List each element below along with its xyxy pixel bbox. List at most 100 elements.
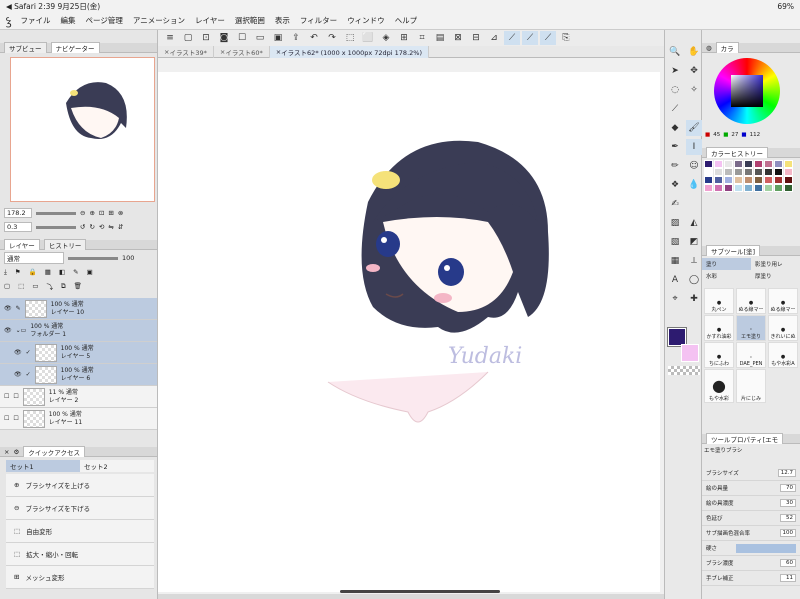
- fit-icon[interactable]: ⊡: [99, 209, 104, 217]
- transparent-color[interactable]: [668, 366, 700, 375]
- brush-item[interactable]: ● もや水彩: [704, 369, 734, 403]
- prop-row[interactable]: ブラシサイズ 12.7: [702, 466, 800, 481]
- color-swatch[interactable]: [774, 160, 783, 168]
- color-wheel[interactable]: [714, 58, 780, 124]
- prop-row[interactable]: 色延び 52: [702, 511, 800, 526]
- layer-row[interactable]: 👁 ✓ 100 % 通常 レイヤー 6: [0, 364, 157, 386]
- color-swatch[interactable]: [754, 160, 763, 168]
- ref-icon[interactable]: ⚑: [15, 268, 21, 276]
- color-swatch[interactable]: [714, 176, 723, 184]
- ruler-icon[interactable]: ▤: [432, 31, 448, 45]
- zoom-tool-icon[interactable]: 🔍: [667, 44, 683, 60]
- brush-tool-icon[interactable]: 🖌: [686, 120, 702, 136]
- color-swatch[interactable]: [764, 176, 773, 184]
- fill-tool-icon[interactable]: ▨: [667, 215, 683, 231]
- folder-open-icon[interactable]: ⌄▭: [16, 327, 27, 334]
- layer-row[interactable]: 👁 ⌄▭ 100 % 通常 フォルダー 1: [0, 320, 157, 342]
- layer-row[interactable]: ☐ ☐ 100 % 通常 レイヤー 11: [0, 408, 157, 430]
- color-swatch[interactable]: [704, 184, 713, 192]
- tab-subtool[interactable]: サブツール[塗]: [706, 245, 761, 256]
- tab-layer[interactable]: レイヤー: [4, 239, 40, 250]
- perspective-icon[interactable]: ⊿: [486, 31, 502, 45]
- qa-mesh-transform[interactable]: ⊞ メッシュ変形: [6, 566, 154, 589]
- export-icon[interactable]: ⇪: [288, 31, 304, 45]
- fill-icon[interactable]: ◈: [378, 31, 394, 45]
- brush-item[interactable]: ● ぬる線マー: [768, 288, 798, 314]
- eyedropper-icon[interactable]: ⟋: [667, 101, 683, 117]
- figure-icon[interactable]: ◩: [686, 234, 702, 250]
- new-layer-icon[interactable]: ▢: [4, 282, 10, 290]
- stabilizer-2-icon[interactable]: ⟋: [522, 31, 538, 45]
- open-icon[interactable]: ⊡: [198, 31, 214, 45]
- prop-row[interactable]: サブ描画色混合率 100: [702, 526, 800, 541]
- qa-scale-rotate[interactable]: ⬚ 拡大・縮小・回転: [6, 543, 154, 566]
- merge-icon[interactable]: ⤵: [46, 281, 53, 291]
- prop-row[interactable]: 硬さ: [702, 541, 800, 556]
- app-icon[interactable]: Ꝣ: [6, 14, 11, 28]
- decoration-icon[interactable]: ❖: [667, 177, 683, 193]
- subtool-group-impasto[interactable]: 厚塗り: [751, 270, 800, 282]
- eye-icon[interactable]: 👁: [14, 349, 22, 356]
- opacity-value[interactable]: 100: [122, 254, 134, 262]
- tab-illust-39[interactable]: × イラスト39*: [158, 45, 214, 58]
- color-swatch[interactable]: [734, 160, 743, 168]
- rotate-right-icon[interactable]: ↻: [89, 223, 94, 231]
- tab-color[interactable]: カラ: [715, 42, 739, 53]
- color-swatch[interactable]: [764, 168, 773, 176]
- menu-icon[interactable]: ≡: [162, 31, 178, 45]
- canvas-scrollbar[interactable]: [340, 590, 500, 593]
- color-swatch[interactable]: [744, 160, 753, 168]
- color-swatch[interactable]: [704, 176, 713, 184]
- gradient-icon[interactable]: ▧: [667, 234, 683, 250]
- brush-item[interactable]: ● ちにふわ: [704, 342, 734, 368]
- operation-tool-icon[interactable]: ➤: [667, 63, 683, 79]
- tab-set-2[interactable]: セット2: [80, 460, 154, 472]
- prop-row[interactable]: ブラシ濃度 60: [702, 556, 800, 571]
- menu-page[interactable]: ページ管理: [80, 15, 127, 26]
- color-swatch[interactable]: [774, 184, 783, 192]
- angle-slider[interactable]: [36, 225, 76, 229]
- zoom-slider[interactable]: [36, 211, 76, 215]
- bucket-icon[interactable]: ◭: [686, 215, 702, 231]
- color-swatch[interactable]: [724, 184, 733, 192]
- frame-icon[interactable]: ▦: [667, 253, 683, 269]
- alpha-lock-icon[interactable]: ▦: [45, 268, 51, 276]
- menu-layer[interactable]: レイヤー: [190, 15, 230, 26]
- tab-subview[interactable]: サブビュー: [4, 42, 47, 53]
- magic-wand-icon[interactable]: ✧: [686, 82, 702, 98]
- color-swatch[interactable]: [734, 168, 743, 176]
- color-swatch[interactable]: [714, 160, 723, 168]
- watercolor-icon[interactable]: 💧: [686, 177, 702, 193]
- blend-tool-icon[interactable]: Ⅰ: [686, 139, 702, 155]
- brush-item[interactable]: 片にじみ: [736, 369, 766, 403]
- hand-tool-icon[interactable]: ✋: [686, 44, 702, 60]
- color-icon[interactable]: ▣: [87, 268, 93, 276]
- prop-row[interactable]: 絵の具量 70: [702, 481, 800, 496]
- tab-illust-60[interactable]: × イラスト60*: [214, 45, 270, 58]
- color-swatch[interactable]: [714, 168, 723, 176]
- color-swatch[interactable]: [724, 176, 733, 184]
- save-icon[interactable]: ▣: [270, 31, 286, 45]
- tab-history[interactable]: ヒストリー: [43, 239, 87, 250]
- color-swatch[interactable]: [784, 160, 793, 168]
- check-box-icon[interactable]: ☐: [13, 415, 18, 422]
- color-swatch[interactable]: [764, 160, 773, 168]
- menu-file[interactable]: ファイル: [15, 15, 55, 26]
- clip-icon[interactable]: ⤓: [4, 268, 7, 277]
- sub-color[interactable]: [681, 344, 699, 362]
- hardness-bar[interactable]: [736, 543, 796, 553]
- color-swatch[interactable]: [764, 184, 773, 192]
- new-folder-icon[interactable]: ▭: [32, 282, 38, 290]
- color-square[interactable]: [731, 75, 763, 107]
- redo-icon[interactable]: ↷: [324, 31, 340, 45]
- color-swatch[interactable]: [754, 184, 763, 192]
- menu-help[interactable]: ヘルプ: [390, 15, 423, 26]
- navigator-preview[interactable]: [10, 57, 155, 202]
- color-swatch[interactable]: [734, 176, 743, 184]
- pen-tool-icon[interactable]: ✒: [667, 139, 683, 155]
- menu-animation[interactable]: アニメーション: [128, 15, 190, 26]
- plus-tool-icon[interactable]: ✚: [686, 291, 702, 307]
- color-swatch[interactable]: [744, 168, 753, 176]
- brush-item[interactable]: ● ぬる線マー: [736, 288, 766, 314]
- subtool-group-watercolor[interactable]: 水彩: [702, 270, 751, 282]
